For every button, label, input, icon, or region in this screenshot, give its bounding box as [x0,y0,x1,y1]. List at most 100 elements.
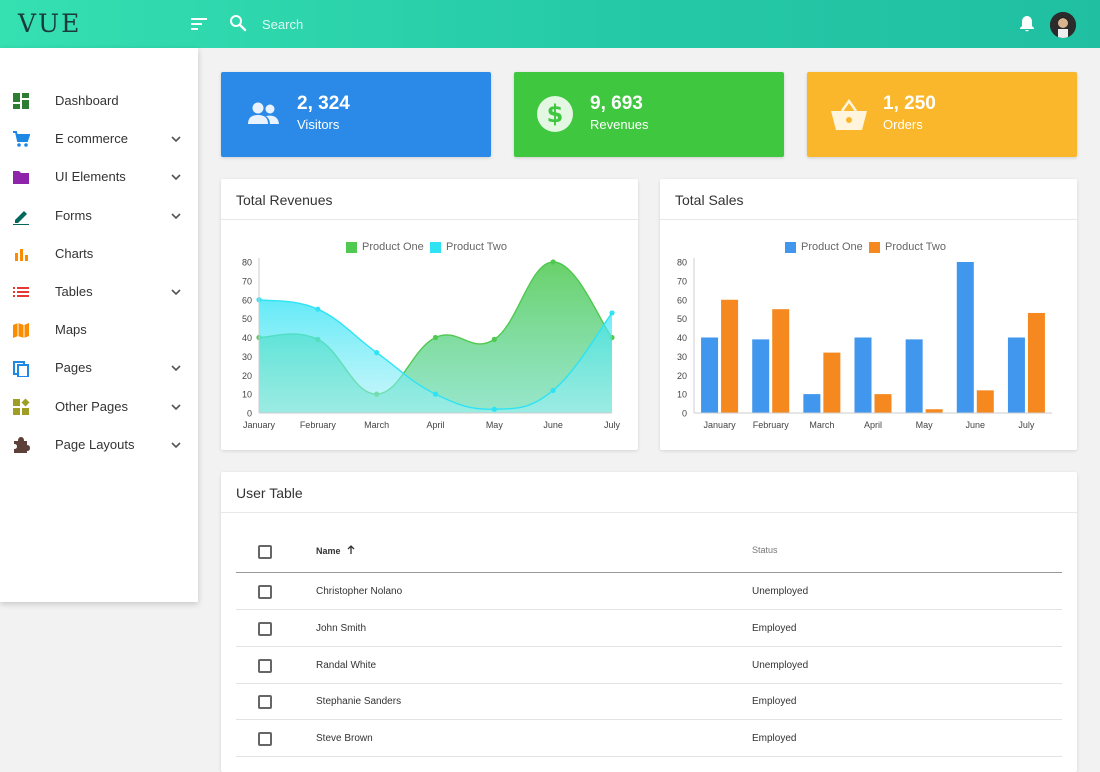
chevron-down-icon[interactable] [170,286,182,298]
orders-count: 1, 250 [883,93,936,114]
y-tick-label: 30 [677,352,687,362]
user-name-cell: Steve Brown [316,733,373,745]
y-tick-label: 0 [682,409,687,419]
row-checkbox[interactable] [258,585,272,599]
puzzle-icon [14,436,30,453]
sort-arrow-up-icon[interactable] [346,545,356,555]
user-table-card: User Table Name Status Christopher Nolan… [221,472,1077,772]
data-point [432,391,439,397]
sidebar-item-label: Maps [55,322,87,338]
row-checkbox[interactable] [258,658,272,673]
sidebar-item-label: Pages [55,360,92,376]
svg-text:$: $ [547,100,564,128]
row-divider [236,609,1062,610]
chevron-down-icon[interactable] [170,439,182,451]
sidebar: Dashboard E commerce UI Elements Forms Chart… [0,48,198,602]
bar-product-two [976,390,994,413]
x-tick-label: July [1018,420,1035,430]
bar-product-two [823,352,841,413]
data-point [609,310,615,316]
sidebar-item-pages[interactable]: Pages [0,349,198,387]
stat-card-revenues[interactable]: $ 9, 693 Revenues [514,72,784,157]
list-icon [13,287,29,297]
notifications-bell-icon[interactable] [1017,14,1037,34]
sidebar-item-page-layouts[interactable]: Page Layouts [0,426,198,464]
bar-product-two [772,309,790,413]
sidebar-item-charts[interactable]: Charts [0,235,198,273]
user-status-cell: Employed [752,733,797,745]
y-tick-label: 10 [677,390,687,400]
user-status-cell: Unemployed [752,659,809,671]
sidebar-item-other-pages[interactable]: Other Pages [0,388,198,426]
chevron-down-icon[interactable] [170,362,182,374]
y-tick-label: 60 [242,295,252,305]
bar-product-two [874,394,892,413]
row-divider [236,756,1062,758]
bar-chart: 0 10 20 30 40 50 60 70 80 January February March Apr… [677,258,1052,430]
data-point [432,334,439,341]
y-tick-label: 80 [242,258,252,268]
chevron-down-icon[interactable] [170,401,182,413]
row-checkbox[interactable] [258,621,272,636]
bar-chart-icon [15,248,28,261]
data-point [315,306,321,312]
row-checkbox[interactable] [258,695,272,710]
user-avatar[interactable] [1050,12,1076,38]
y-tick-label: 40 [242,333,252,343]
data-point [550,387,556,393]
map-icon [13,323,29,339]
x-tick-label: April [426,420,444,430]
data-point [550,259,556,265]
menu-toggle-icon[interactable] [188,13,210,35]
name-column-header[interactable]: Name [316,545,356,556]
sidebar-item-label: E commerce [55,131,128,147]
chevron-down-icon[interactable] [170,133,182,145]
basket-icon [831,98,867,130]
search-icon[interactable] [229,14,247,32]
x-tick-label: March [809,420,834,430]
y-tick-label: 40 [677,333,687,343]
total-sales-card: Total Sales Product One Product Two 0 10 2… [660,179,1077,450]
user-status-cell: Employed [752,696,797,708]
sidebar-item-e-commerce[interactable]: E commerce [0,120,198,158]
sidebar-item-dashboard[interactable]: Dashboard [0,82,198,120]
sidebar-item-forms[interactable]: Forms [0,197,198,235]
widgets-icon [13,398,30,415]
bar-product-one [854,337,872,413]
card-title: User Table [236,485,303,501]
y-tick-label: 10 [242,390,252,400]
row-checkbox[interactable] [258,732,272,747]
brand-logo[interactable]: VUE [18,9,81,38]
stat-card-orders[interactable]: 1, 250 Orders [807,72,1077,157]
name-header-label: Name [316,546,341,556]
row-divider [236,682,1062,684]
bar-product-two [721,299,739,413]
stat-card-visitors[interactable]: 2, 324 Visitors [221,72,491,157]
bar-product-two [925,409,943,413]
status-column-header[interactable]: Status [752,545,778,555]
y-tick-label: 0 [247,409,252,419]
y-tick-label: 30 [242,352,252,362]
x-tick-label: June [543,420,563,430]
x-tick-label: February [300,420,337,430]
sidebar-item-label: Forms [55,207,92,223]
x-tick-label: May [916,420,934,430]
user-name-cell: Stephanie Sanders [316,696,402,708]
y-tick-label: 70 [677,276,687,286]
y-tick-label: 20 [242,371,252,381]
total-revenues-card: Total Revenues Product One Product Two 0… [221,179,638,450]
select-all-checkbox[interactable] [258,545,272,559]
search-input[interactable] [254,10,554,38]
sidebar-item-tables[interactable]: Tables [0,273,198,311]
chevron-down-icon[interactable] [170,210,182,222]
chevron-down-icon[interactable] [170,171,182,183]
y-tick-label: 20 [677,371,687,381]
header-divider [236,572,1062,573]
sidebar-item-maps[interactable]: Maps [0,311,198,349]
sidebar-item-label: Dashboard [55,93,119,108]
x-tick-label: February [753,420,790,430]
dollar-icon: $ [537,96,573,132]
x-tick-label: January [243,420,276,430]
sidebar-item-ui-elements[interactable]: UI Elements [0,158,198,196]
top-app-bar: VUE [0,0,1100,48]
